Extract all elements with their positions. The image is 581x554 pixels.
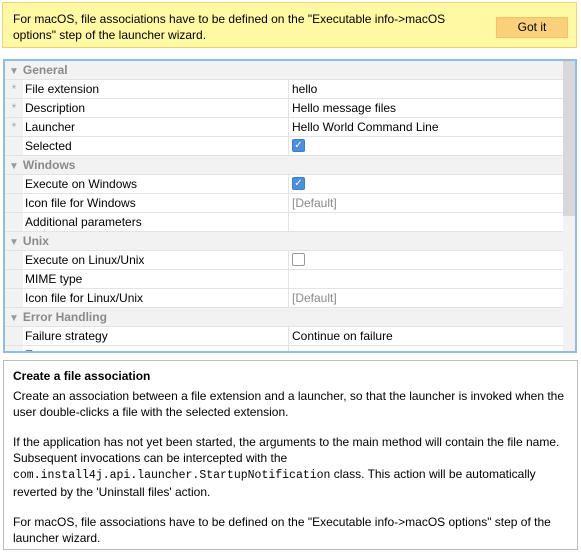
required-asterisk-icon: * (5, 80, 23, 98)
row-marker (5, 270, 23, 288)
property-label: Failure strategy (25, 329, 108, 343)
property-rows: ▼ General * File extension hello * Description… (5, 61, 565, 351)
row-marker (5, 251, 23, 269)
property-value[interactable]: Hello World Command Line (292, 118, 439, 136)
group-title: Unix (22, 234, 49, 248)
group-label: ▼ Windows (9, 156, 75, 176)
required-asterisk-icon: * (5, 118, 23, 136)
column-divider (288, 118, 289, 136)
property-label: Description (25, 101, 86, 115)
property-row-execute-on-windows[interactable]: Execute on Windows ✓ (5, 175, 565, 194)
property-value[interactable]: hello (292, 80, 317, 98)
required-asterisk-icon: * (5, 99, 23, 117)
row-marker (5, 175, 23, 193)
help-title: Create a file association (13, 369, 151, 383)
column-divider (288, 137, 289, 155)
group-title: Error Handling (22, 310, 107, 324)
help-paragraph-1: Create an association between a file ext… (13, 389, 565, 419)
group-header-unix[interactable]: ▼ Unix (5, 232, 565, 251)
row-marker (5, 137, 23, 155)
property-label: Icon file for Windows (25, 196, 136, 210)
property-value[interactable]: [Default] (292, 194, 337, 212)
column-divider (288, 346, 289, 351)
property-row-selected[interactable]: Selected ✓ (5, 137, 565, 156)
property-row-description[interactable]: * Description Hello message files (5, 99, 565, 118)
property-checkbox[interactable]: ✓ (292, 177, 305, 190)
group-label: ▼ Unix (9, 232, 49, 252)
row-marker (5, 346, 23, 351)
help-paragraph-3: For macOS, file associations have to be … (13, 515, 551, 545)
property-row-file-extension[interactable]: * File extension hello (5, 80, 565, 99)
column-divider (288, 251, 289, 269)
help-panel: Create a file association Create an asso… (3, 360, 578, 550)
column-divider (288, 80, 289, 98)
property-label: Selected (25, 139, 72, 153)
property-label: Execute on Windows (25, 177, 138, 191)
property-row-icon-file-for-windows[interactable]: Icon file for Windows [Default] (5, 194, 565, 213)
group-title: General (22, 63, 68, 77)
row-marker (5, 289, 23, 307)
property-row-e[interactable]: E (5, 346, 565, 351)
expand-triangle-icon[interactable]: ▼ (9, 237, 19, 248)
row-marker (5, 194, 23, 212)
property-label: Launcher (25, 120, 76, 134)
property-row-failure-strategy[interactable]: Failure strategy Continue on failure (5, 327, 565, 346)
property-row-launcher[interactable]: * Launcher Hello World Command Line (5, 118, 565, 137)
column-divider (288, 194, 289, 212)
property-label: File extension (25, 82, 100, 96)
help-paragraph-2-prefix: If the application has not yet been star… (13, 435, 560, 465)
property-label: MIME type (25, 272, 83, 286)
scrollbar-thumb[interactable] (563, 61, 575, 216)
property-value[interactable]: Hello message files (292, 99, 396, 117)
banner-message: For macOS, file associations have to be … (13, 12, 446, 42)
group-header-general[interactable]: ▼ General (5, 61, 565, 80)
property-label: Icon file for Linux/Unix (25, 291, 144, 305)
property-row-icon-file-for-linux-unix[interactable]: Icon file for Linux/Unix [Default] (5, 289, 565, 308)
property-value[interactable]: [Default] (292, 289, 337, 307)
column-divider (288, 99, 289, 117)
property-grid: ▼ General * File extension hello * Description… (3, 59, 577, 353)
property-checkbox[interactable]: ✓ (292, 139, 305, 152)
property-label: Execute on Linux/Unix (25, 253, 145, 267)
got-it-button[interactable]: Got it (496, 17, 568, 38)
info-banner: For macOS, file associations have to be … (2, 2, 577, 48)
help-paragraph-2: If the application has not yet been star… (13, 434, 568, 500)
group-label: ▼ Error Handling (9, 308, 107, 328)
expand-triangle-icon[interactable]: ▼ (9, 66, 19, 77)
vertical-scrollbar[interactable] (563, 61, 575, 351)
group-title: Windows (22, 158, 76, 172)
property-row-additional-parameters[interactable]: Additional parameters (5, 213, 565, 232)
group-header-error-handling[interactable]: ▼ Error Handling (5, 308, 565, 327)
column-divider (288, 289, 289, 307)
group-header-windows[interactable]: ▼ Windows (5, 156, 565, 175)
column-divider (288, 270, 289, 288)
help-code-class: com.install4j.api.launcher.StartupNotifi… (13, 469, 331, 482)
property-row-mime-type[interactable]: MIME type (5, 270, 565, 289)
property-label: E (25, 346, 33, 351)
row-marker (5, 213, 23, 231)
property-value[interactable]: Continue on failure (292, 327, 393, 345)
column-divider (288, 175, 289, 193)
expand-triangle-icon[interactable]: ▼ (9, 313, 19, 324)
property-label: Additional parameters (25, 215, 142, 229)
column-divider (288, 213, 289, 231)
expand-triangle-icon[interactable]: ▼ (9, 161, 19, 172)
property-row-execute-on-linux-unix[interactable]: Execute on Linux/Unix (5, 251, 565, 270)
row-marker (5, 327, 23, 345)
property-checkbox[interactable] (292, 253, 305, 266)
group-label: ▼ General (9, 61, 68, 81)
column-divider (288, 327, 289, 345)
